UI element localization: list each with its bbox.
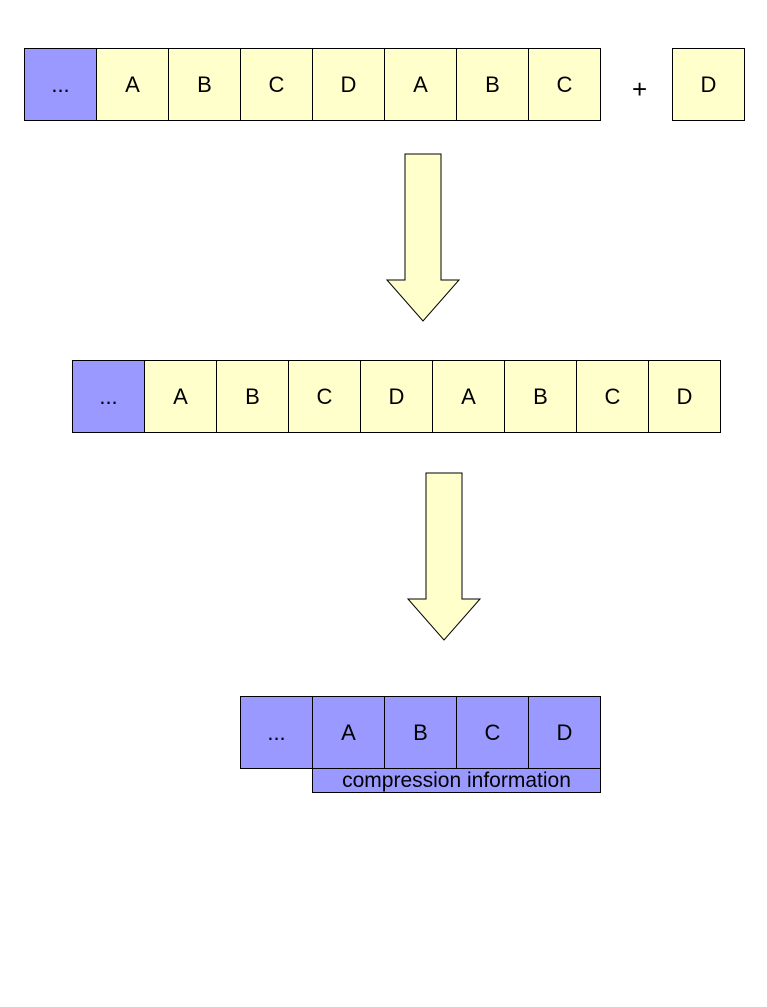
row2-cell-6: B [504, 360, 577, 433]
row1-cell-5: A [384, 48, 457, 121]
compression-info-caption: compression information [312, 768, 601, 793]
down-arrow-icon-1 [385, 153, 461, 322]
row2-cell-8: D [648, 360, 721, 433]
row3-cell-4: D [528, 696, 601, 769]
row1-cell-7: C [528, 48, 601, 121]
row2-cell-5: A [432, 360, 505, 433]
row2-cell-3: C [288, 360, 361, 433]
row1-cell-3: C [240, 48, 313, 121]
row2-cell-2: B [216, 360, 289, 433]
row1-cell-1: A [96, 48, 169, 121]
row2-cell-1: A [144, 360, 217, 433]
row2-cell-7: C [576, 360, 649, 433]
row3-cell-2: B [384, 696, 457, 769]
row1-cell-2: B [168, 48, 241, 121]
row3-cell-3: C [456, 696, 529, 769]
row1-cell-0: ... [24, 48, 97, 121]
row1-cell-4: D [312, 48, 385, 121]
row2-cell-4: D [360, 360, 433, 433]
plus-operator: + [632, 74, 648, 104]
row2-cell-0: ... [72, 360, 145, 433]
down-arrow-icon-2 [406, 472, 482, 641]
row3-cell-1: A [312, 696, 385, 769]
row1-cell-6: B [456, 48, 529, 121]
appended-cell: D [672, 48, 745, 121]
row3-cell-0: ... [240, 696, 313, 769]
